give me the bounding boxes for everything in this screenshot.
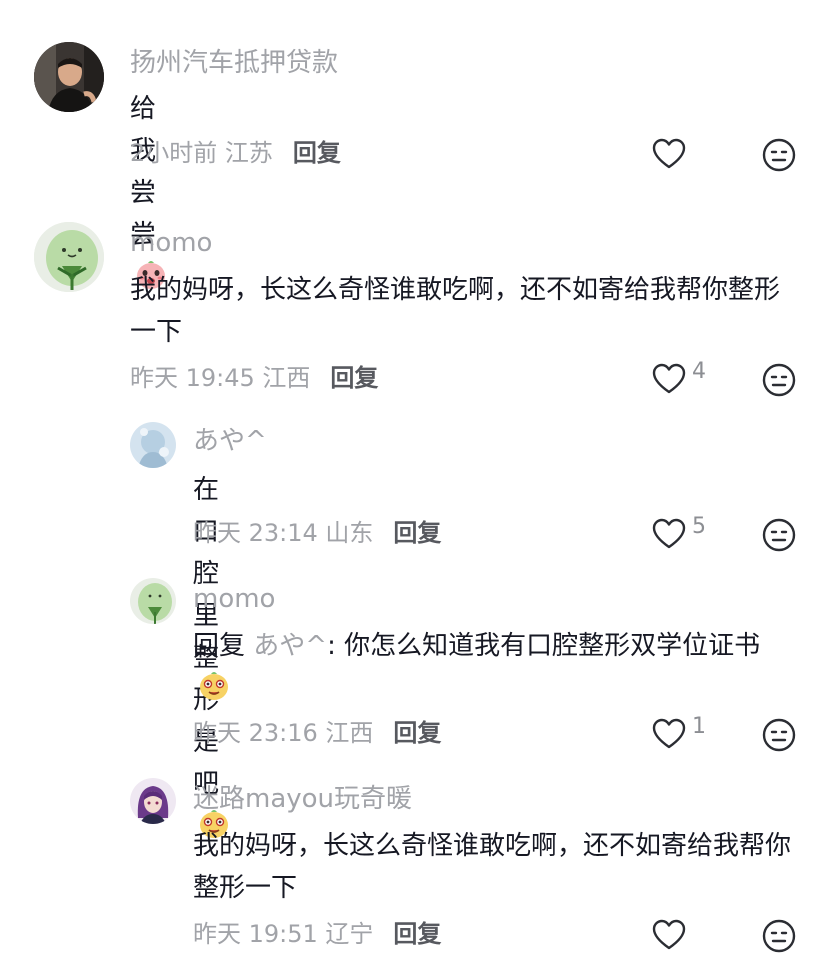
heart-icon: [652, 138, 686, 169]
neutral-face-icon: [762, 518, 796, 552]
comment-meta: 昨天 19:51 辽宁 回复: [193, 920, 441, 948]
username[interactable]: 迷路mayou玩奇暖: [193, 784, 412, 814]
comment-text: 我的妈呀，长这么奇怪谁敢吃啊，还不如寄给我帮你整形一下: [193, 831, 792, 903]
heart-icon: [652, 518, 686, 549]
time-location: 昨天 23:16 江西: [193, 719, 374, 747]
neutral-face-icon: [762, 363, 796, 397]
comment-text: 我的妈呀，长这么奇怪谁敢吃啊，还不如寄给我帮你整形一下: [130, 275, 781, 347]
like-count: 4: [692, 358, 706, 384]
comment-meta: 2小时前 江苏 回复: [130, 139, 341, 167]
comment-text-content: : 你怎么知道我有口腔整形双学位证书: [327, 631, 761, 661]
green-character-avatar: [34, 222, 104, 292]
heart-icon: [652, 718, 686, 749]
like-button[interactable]: 5: [652, 514, 706, 550]
green-character-avatar: [130, 578, 176, 624]
neutral-face-icon: [762, 919, 796, 953]
reply-button[interactable]: 回复: [393, 519, 441, 547]
dislike-button[interactable]: [762, 363, 796, 401]
comment-text-content: 给我尝尝: [130, 94, 157, 250]
dislike-button[interactable]: [762, 718, 796, 756]
purple-hair-character-avatar: [130, 778, 176, 824]
comment-text: 给我尝尝: [130, 88, 168, 298]
username[interactable]: 扬州汽车抵押贷款: [130, 48, 338, 78]
username[interactable]: あや^: [193, 426, 267, 456]
reply-to-username[interactable]: あや^: [253, 631, 327, 661]
avatar[interactable]: [130, 422, 176, 468]
comment-text: 回复 あや^: 你怎么知道我有口腔整形双学位证书: [193, 625, 793, 709]
like-button[interactable]: 1: [652, 714, 706, 750]
comment-meta: 昨天 19:45 江西 回复: [130, 364, 378, 392]
comment-meta: 昨天 23:16 江西 回复: [193, 719, 441, 747]
yellow-face-emoji-icon: [200, 672, 228, 700]
like-button[interactable]: [652, 919, 692, 951]
time-location: 昨天 19:45 江西: [130, 364, 311, 392]
like-button[interactable]: [652, 138, 692, 170]
neutral-face-icon: [762, 718, 796, 752]
heart-icon: [652, 363, 686, 394]
dislike-button[interactable]: [762, 518, 796, 556]
reply-prefix: 回复: [193, 631, 246, 661]
heart-icon: [652, 919, 686, 950]
neutral-face-icon: [762, 138, 796, 172]
reply-button[interactable]: 回复: [293, 139, 341, 167]
username[interactable]: momo: [130, 228, 212, 258]
avatar[interactable]: [34, 42, 104, 112]
time-location: 昨天 19:51 辽宁: [193, 920, 374, 948]
username[interactable]: momo: [193, 584, 275, 614]
pale-blue-avatar: [130, 422, 176, 468]
avatar[interactable]: [130, 578, 176, 624]
avatar[interactable]: [130, 778, 176, 824]
avatar-photo: [34, 42, 104, 112]
dislike-button[interactable]: [762, 138, 796, 176]
reply-button[interactable]: 回复: [393, 920, 441, 948]
avatar[interactable]: [34, 222, 104, 292]
time-location: 2小时前 江苏: [130, 139, 273, 167]
like-button[interactable]: 4: [652, 359, 706, 395]
like-count: 5: [692, 513, 706, 539]
reply-button[interactable]: 回复: [330, 364, 378, 392]
like-count: 1: [692, 713, 706, 739]
time-location: 昨天 23:14 山东: [193, 519, 374, 547]
dislike-button[interactable]: [762, 919, 796, 957]
comment-meta: 昨天 23:14 山东 回复: [193, 519, 441, 547]
reply-button[interactable]: 回复: [393, 719, 441, 747]
